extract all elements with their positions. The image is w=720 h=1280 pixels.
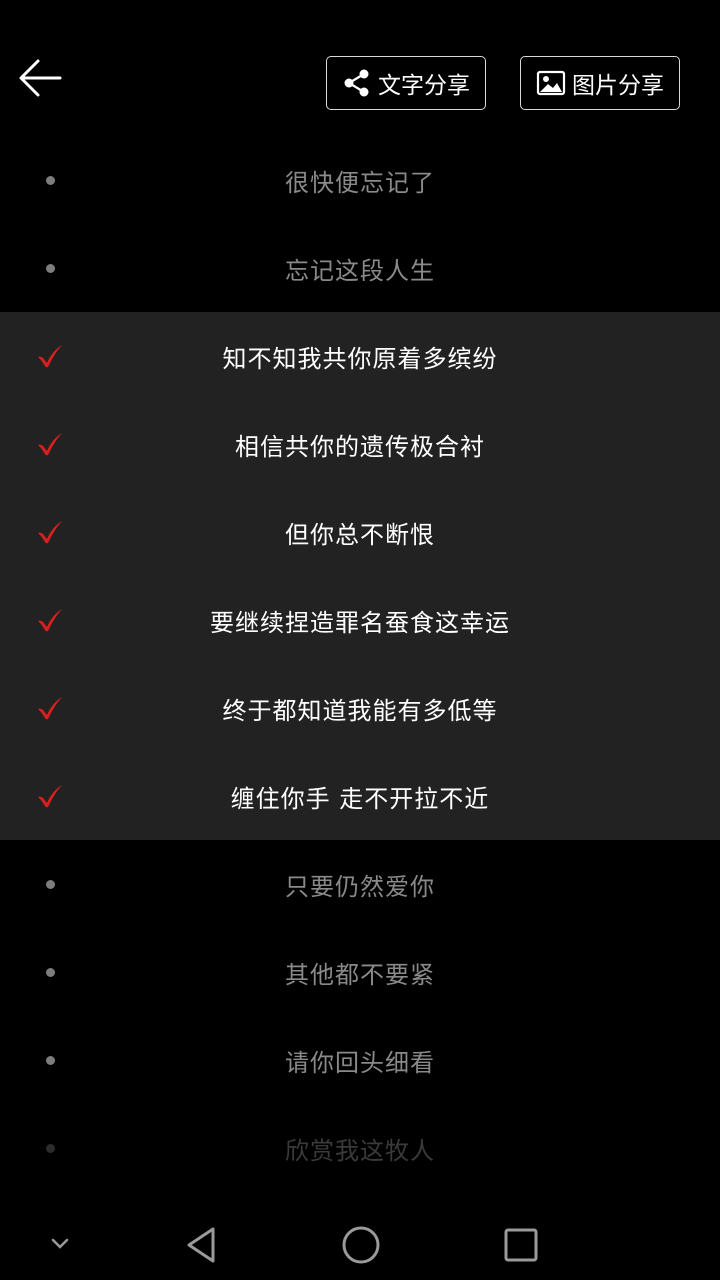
lyric-row[interactable]: 但你总不断恨 [0, 488, 720, 576]
checkmark-icon [36, 488, 64, 576]
share-icon [342, 68, 372, 98]
lyrics-list: 很快便忘记了 忘记这段人生 知不知我共你原着多缤纷 相信共你的遗传极合衬 但你总… [0, 136, 720, 1192]
dot-icon [36, 224, 64, 312]
back-button[interactable] [14, 54, 66, 102]
circle-home-icon [342, 1226, 380, 1264]
lyric-text: 要继续捏造罪名蚕食这幸运 [210, 608, 510, 637]
lyric-text: 很快便忘记了 [285, 168, 435, 197]
lyric-row[interactable]: 相信共你的遗传极合衬 [0, 400, 720, 488]
nav-recents-button[interactable] [496, 1220, 546, 1270]
lyric-text: 欣赏我这牧人 [285, 1136, 435, 1165]
system-nav-bar [0, 1200, 720, 1280]
square-recents-icon [504, 1228, 538, 1262]
chevron-down-icon [51, 1238, 69, 1249]
top-bar: 文字分享 图片分享 [0, 0, 720, 136]
lyric-text: 忘记这段人生 [285, 256, 435, 285]
lyric-text: 知不知我共你原着多缤纷 [222, 344, 498, 373]
lyric-row[interactable]: 知不知我共你原着多缤纷 [0, 312, 720, 400]
text-share-button[interactable]: 文字分享 [326, 56, 486, 110]
lyric-text: 但你总不断恨 [285, 520, 435, 549]
checkmark-icon [36, 664, 64, 752]
image-share-label: 图片分享 [572, 73, 664, 99]
lyric-text: 只要仍然爱你 [285, 872, 435, 901]
dot-icon [36, 928, 64, 1016]
checkmark-icon [36, 752, 64, 840]
checkmark-icon [36, 312, 64, 400]
lyric-row[interactable]: 很快便忘记了 [0, 136, 720, 224]
image-icon [536, 69, 566, 97]
checkmark-icon [36, 400, 64, 488]
lyric-text: 缠住你手 走不开拉不近 [230, 784, 490, 813]
dot-icon [36, 840, 64, 928]
nav-home-button[interactable] [336, 1220, 386, 1270]
lyric-text: 其他都不要紧 [285, 960, 435, 989]
nav-back-button[interactable] [176, 1220, 226, 1270]
lyric-row[interactable]: 终于都知道我能有多低等 [0, 664, 720, 752]
lyric-row[interactable]: 缠住你手 走不开拉不近 [0, 752, 720, 840]
text-share-label: 文字分享 [378, 73, 470, 99]
arrow-left-icon [19, 59, 62, 97]
lyric-row[interactable]: 其他都不要紧 [0, 928, 720, 1016]
lyric-row[interactable]: 忘记这段人生 [0, 224, 720, 312]
image-share-button[interactable]: 图片分享 [520, 56, 680, 110]
dot-icon [36, 1104, 64, 1192]
lyric-text: 请你回头细看 [285, 1048, 435, 1077]
lyric-row[interactable]: 请你回头细看 [0, 1016, 720, 1104]
triangle-back-icon [187, 1227, 215, 1263]
dot-icon [36, 1016, 64, 1104]
lyric-text: 相信共你的遗传极合衬 [235, 432, 485, 461]
dot-icon [36, 136, 64, 224]
lyric-row[interactable]: 要继续捏造罪名蚕食这幸运 [0, 576, 720, 664]
checkmark-icon [36, 576, 64, 664]
collapse-nav-button[interactable] [40, 1224, 80, 1264]
lyric-row[interactable]: 欣赏我这牧人 [0, 1104, 720, 1192]
lyric-row[interactable]: 只要仍然爱你 [0, 840, 720, 928]
lyric-text: 终于都知道我能有多低等 [222, 696, 498, 725]
